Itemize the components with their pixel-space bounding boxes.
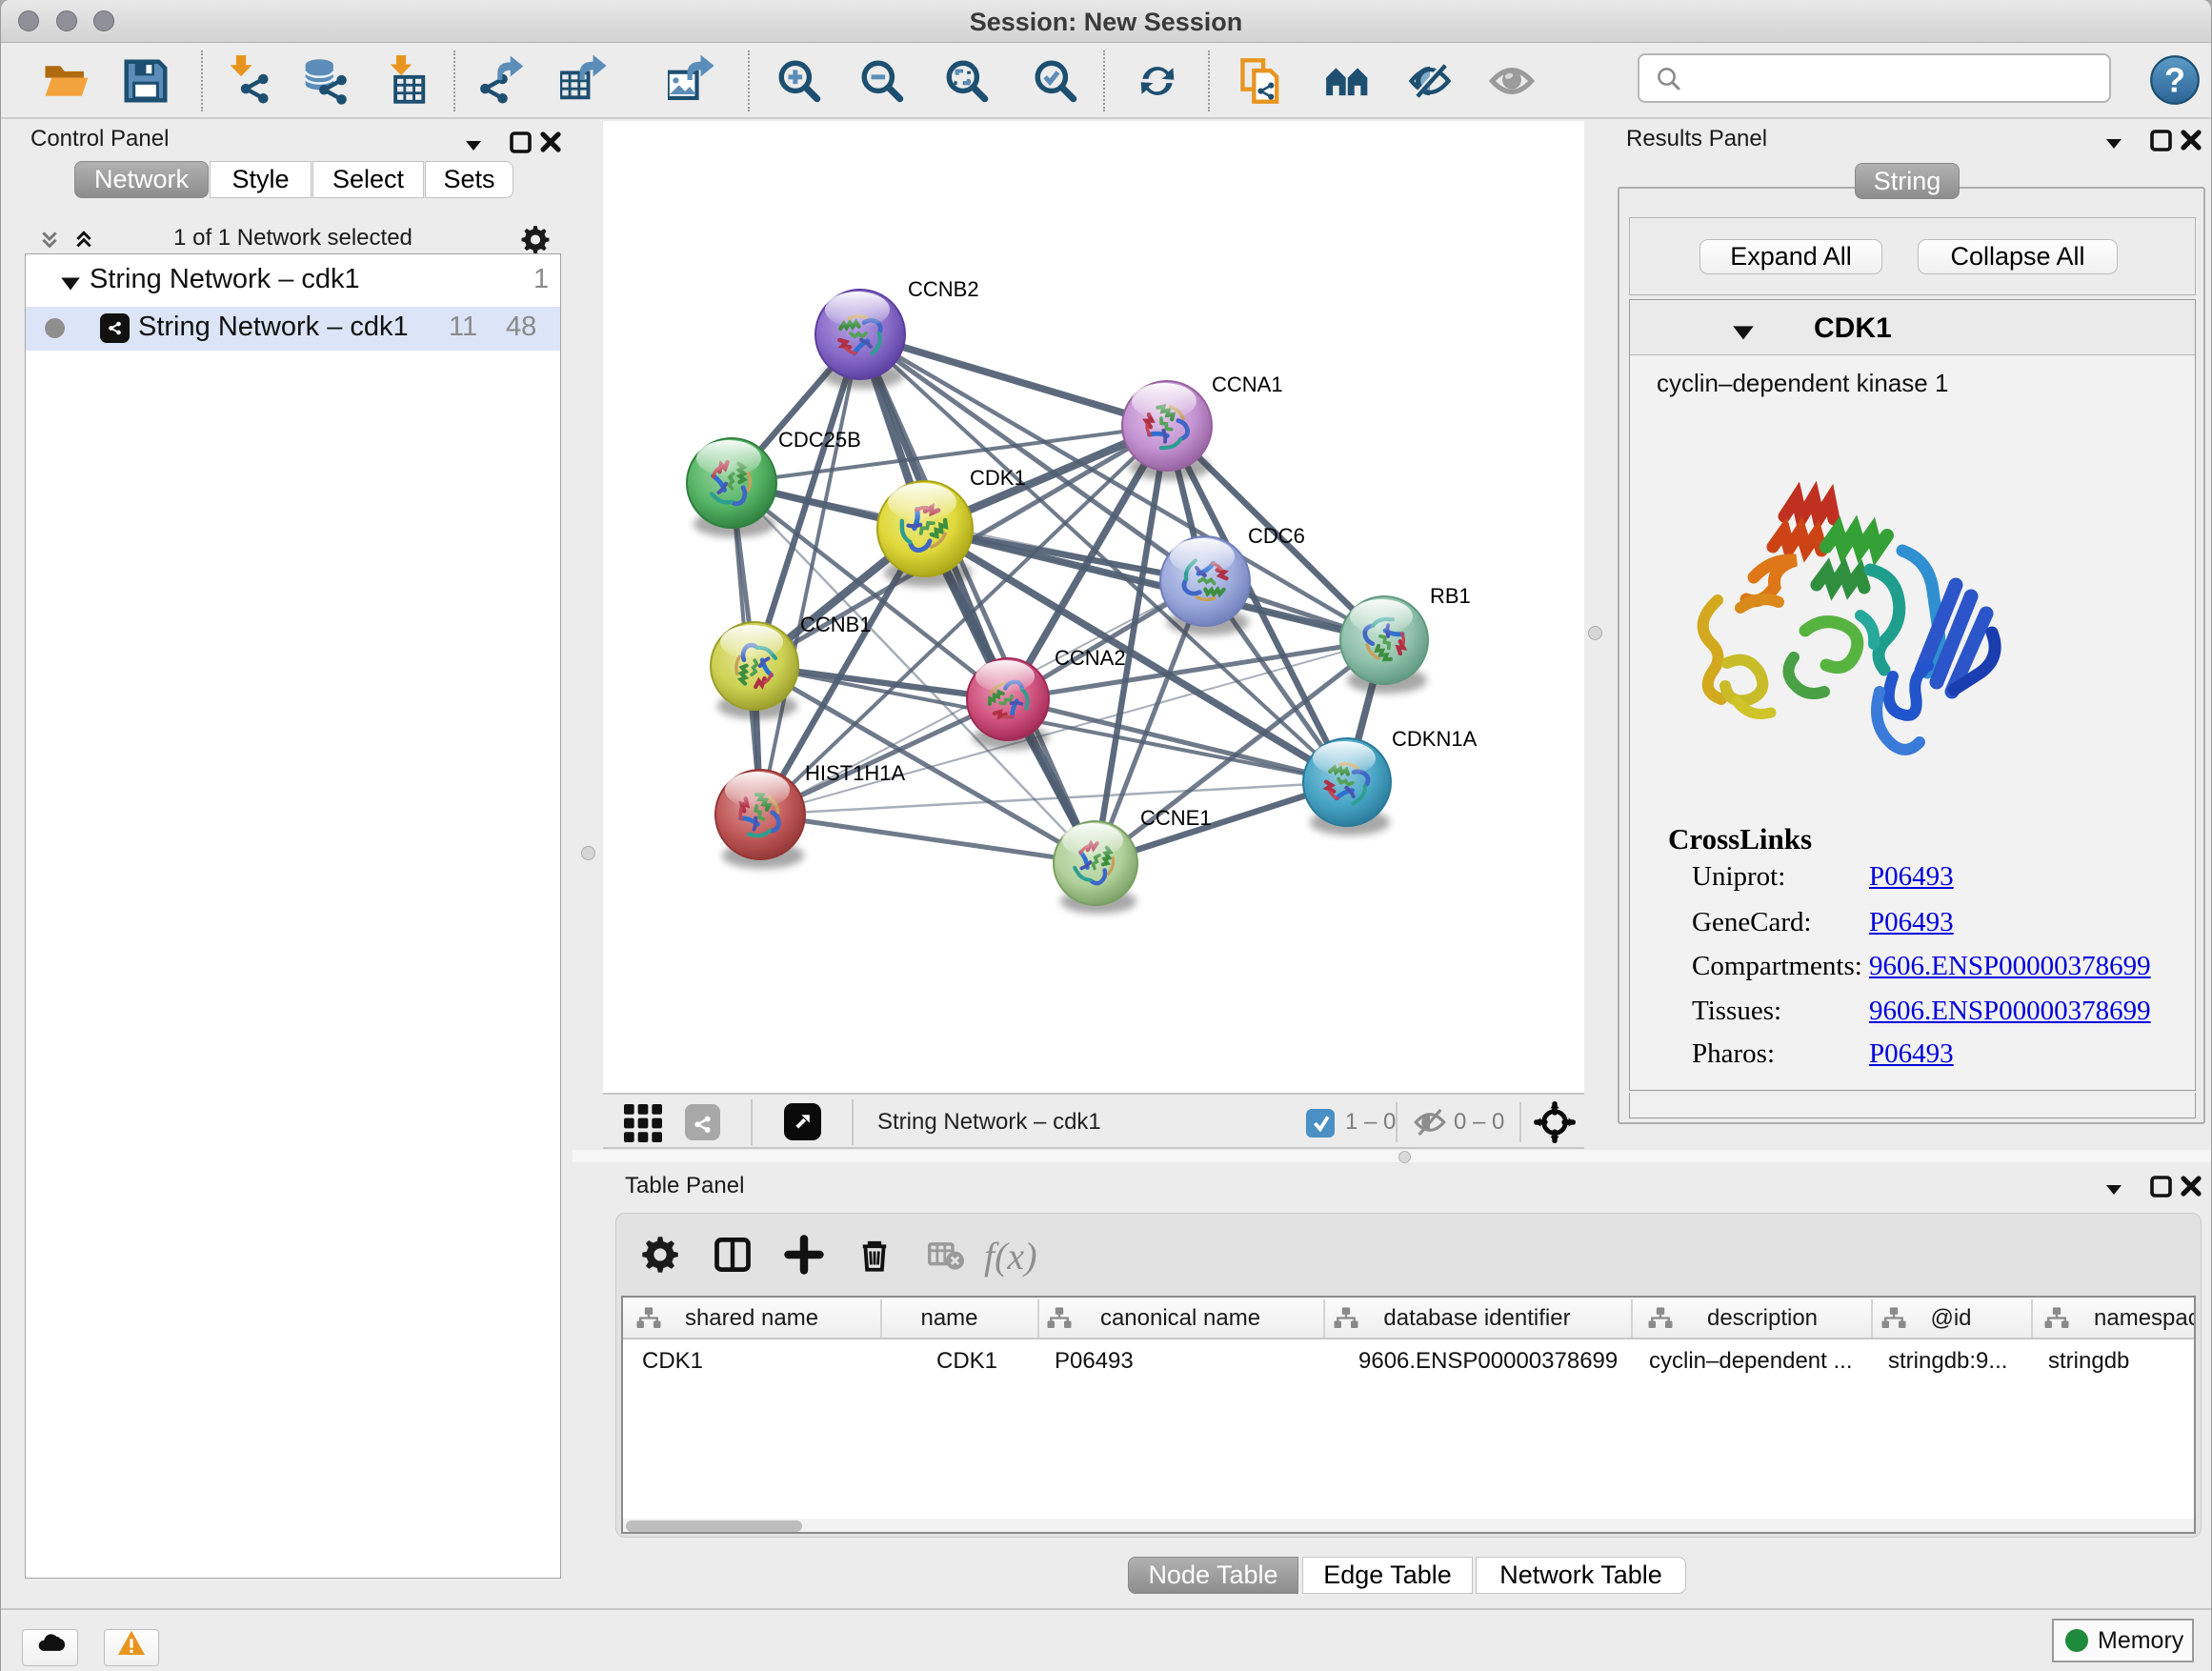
svg-text:CCNB1: CCNB1 (800, 613, 872, 636)
svg-text:?: ? (2164, 60, 2185, 99)
svg-text:CCNB2: CCNB2 (908, 277, 979, 301)
svg-text:CDKN1A: CDKN1A (1392, 727, 1478, 751)
svg-text:CDC25B: CDC25B (778, 428, 861, 452)
svg-text:CCNE1: CCNE1 (1140, 806, 1212, 830)
svg-text:RB1: RB1 (1430, 584, 1471, 608)
svg-text:CCNA1: CCNA1 (1212, 372, 1283, 396)
svg-text:CDC6: CDC6 (1248, 524, 1305, 548)
svg-text:CCNA2: CCNA2 (1055, 646, 1126, 670)
svg-text:HIST1H1A: HIST1H1A (805, 761, 905, 785)
svg-text:CDK1: CDK1 (970, 466, 1026, 490)
